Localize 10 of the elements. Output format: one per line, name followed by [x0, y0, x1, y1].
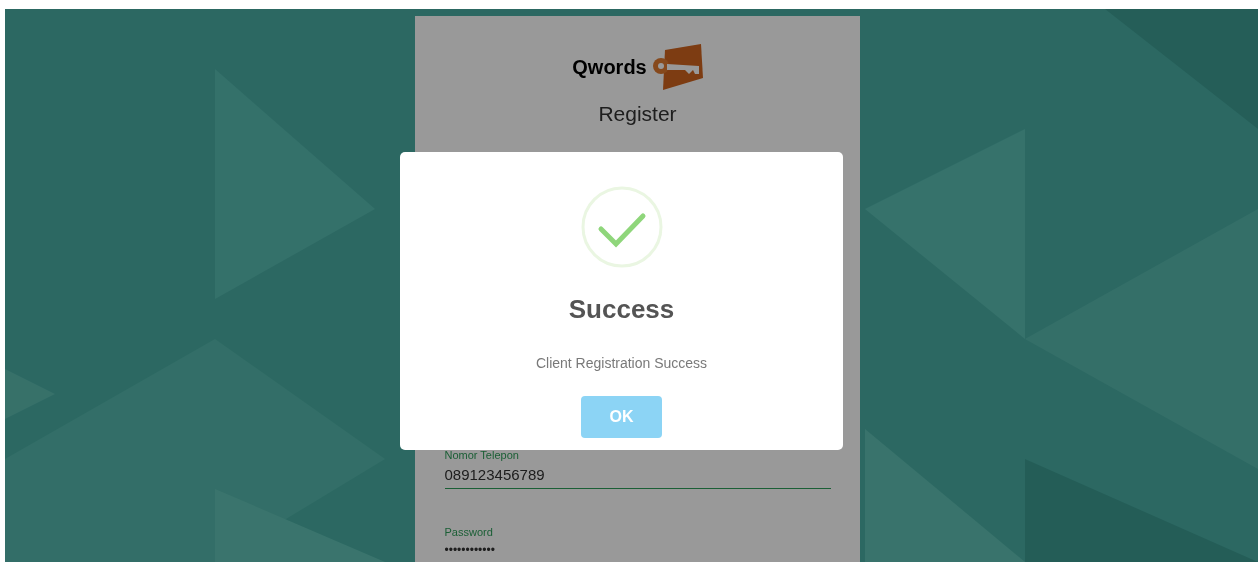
- input-field[interactable]: 089123456789: [444, 461, 831, 489]
- field-label: Nomor Telepon: [444, 447, 520, 462]
- key-logo-icon: [650, 44, 703, 90]
- dialog-title: Success: [568, 293, 675, 326]
- field-label: Password: [444, 524, 494, 539]
- dialog-message: Client Registration Success: [535, 354, 708, 373]
- page-title: Register: [598, 101, 677, 127]
- password-field[interactable]: ••••••••••••: [444, 538, 831, 559]
- brand-name: Qwords: [572, 55, 647, 80]
- success-check-icon: [580, 186, 663, 268]
